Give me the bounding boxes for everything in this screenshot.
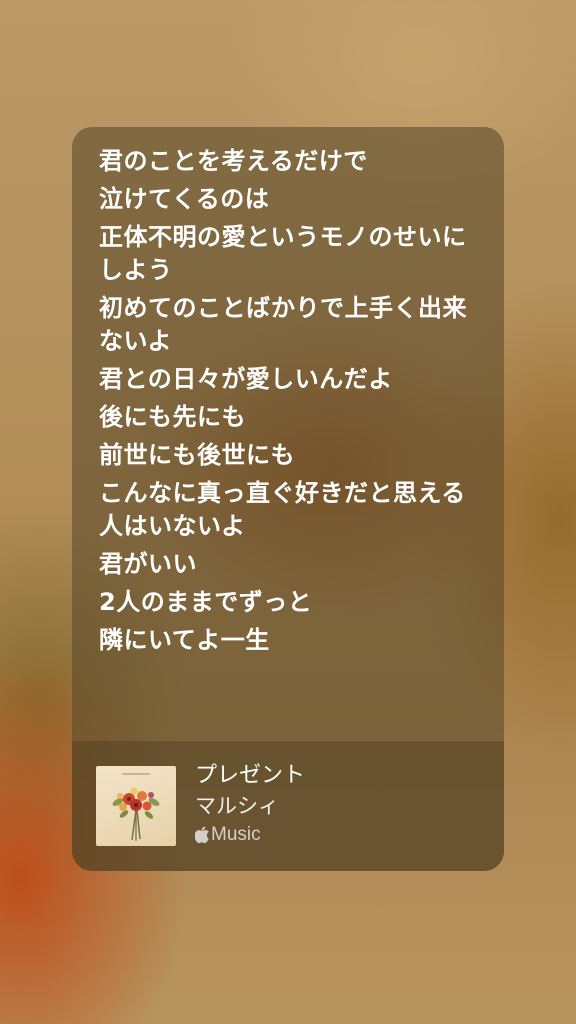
lyrics-share-card[interactable]: 君のことを考えるだけで 泣けてくるのは 正体不明の愛というモノのせいにしよう 初… xyxy=(72,127,504,871)
lyric-line: 泣けてくるのは xyxy=(99,185,270,213)
lyric-line: 隣にいてよ一生 xyxy=(99,626,270,654)
lyric-line: 2人のままでずっと xyxy=(99,588,313,616)
bouquet-artwork-icon xyxy=(112,773,160,841)
service-label: Music xyxy=(211,824,261,845)
lyric-line: 君のことを考えるだけで xyxy=(99,147,368,175)
lyric-line: 君がいい xyxy=(99,550,197,578)
song-details: プレゼント マルシィ Music xyxy=(195,761,305,847)
lyric-line: 後にも先にも xyxy=(99,403,246,431)
album-artwork[interactable] xyxy=(96,766,176,846)
song-info-bar[interactable]: プレゼント マルシィ Music xyxy=(72,741,504,871)
lyric-line: こんなに真っ直ぐ好きだと思える人はいないよ xyxy=(99,479,466,540)
lyric-line: 君との日々が愛しいんだよ xyxy=(99,365,393,393)
apple-logo-icon xyxy=(195,826,209,844)
lyric-line: 正体不明の愛というモノのせいにしよう xyxy=(99,223,467,284)
song-artist: マルシィ xyxy=(195,794,279,818)
song-title: プレゼント xyxy=(195,763,306,788)
apple-music-badge[interactable]: Music xyxy=(195,823,305,847)
lyric-line: 前世にも後世にも xyxy=(99,441,295,469)
lyric-line: 初めてのことばかりで上手く出来ないよ xyxy=(99,294,467,355)
lyrics-list: 君のことを考えるだけで 泣けてくるのは 正体不明の愛というモノのせいにしよう 初… xyxy=(99,145,484,662)
